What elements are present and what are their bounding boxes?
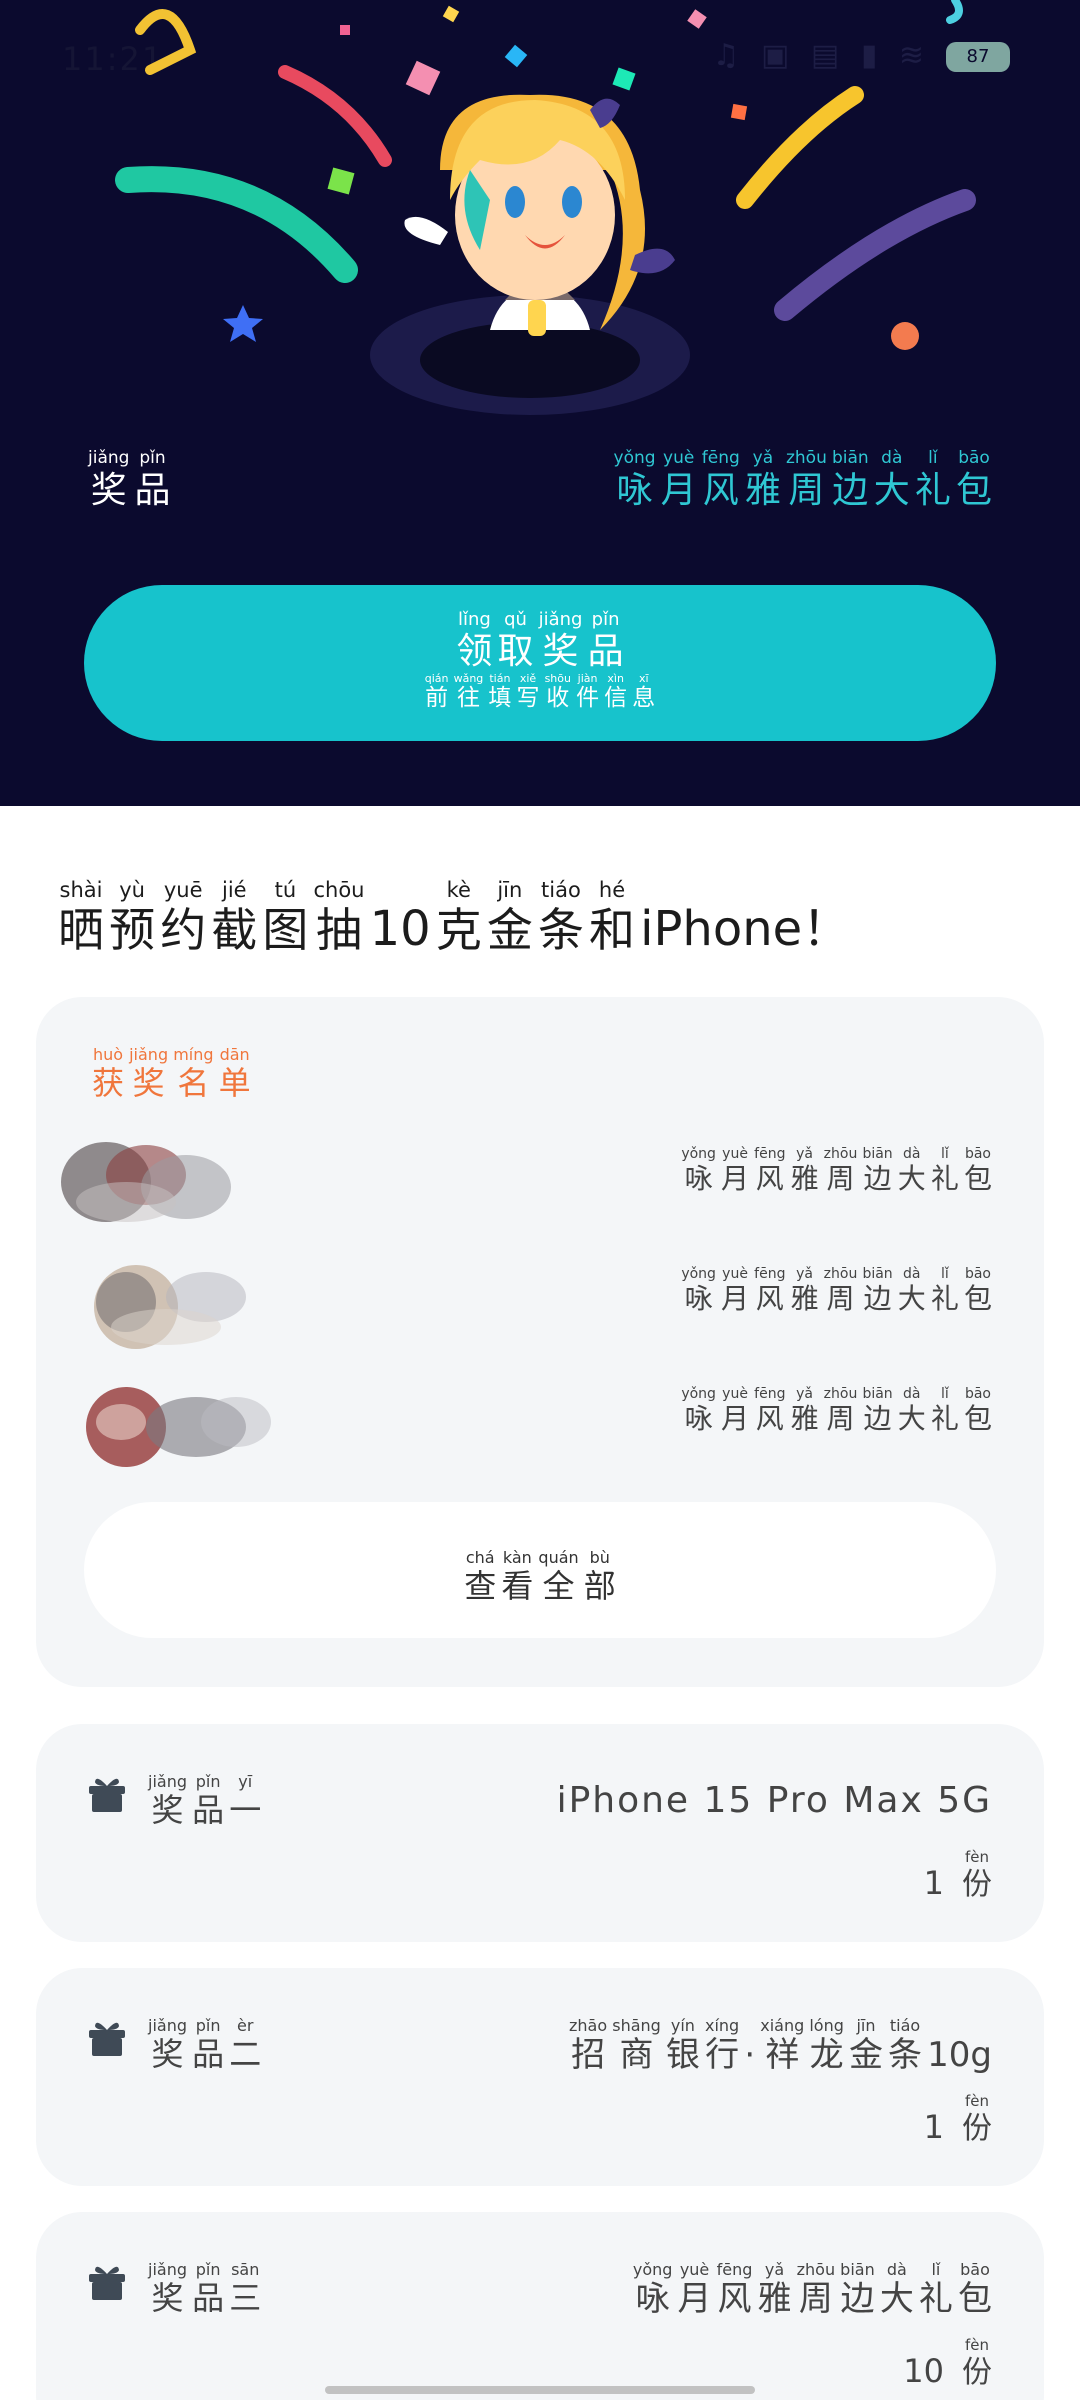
winner-name-redacted <box>61 1142 231 1222</box>
prize-quantity: 10 fèn 份 <box>903 2336 992 2390</box>
gift-icon <box>89 1778 125 1812</box>
prize-value: yǒng 咏 yuè 月 fēng 风 yǎ 雅 zhōu 周 biān 边 dà 大 lǐ 礼… <box>613 448 992 511</box>
prize-quantity: 1 fèn 份 <box>923 1848 992 1902</box>
winner-row: yǒng 咏 yuè 月 fēng 风 yǎ 雅 zhōu 周 biān 边 dà 大 lǐ 礼… <box>36 1367 1044 1487</box>
winner-prize: yǒng 咏 yuè 月 fēng 风 yǎ 雅 zhōu 周 biān 边 dà 大 lǐ 礼… <box>681 1266 992 1315</box>
prize-tier-label: jiǎng 奖 pǐn 品 èr 二 <box>148 2016 262 2073</box>
winner-prize: yǒng 咏 yuè 月 fēng 风 yǎ 雅 zhōu 周 biān 边 dà 大 lǐ 礼… <box>681 1146 992 1195</box>
winner-row: yǒng 咏 yuè 月 fēng 风 yǎ 雅 zhōu 周 biān 边 dà 大 lǐ 礼… <box>36 1127 1044 1247</box>
gift-icon <box>89 2022 125 2056</box>
view-all-button[interactable]: chá 查 kàn 看 quán 全 bù 部 <box>84 1502 996 1638</box>
prize-quantity: 1 fèn 份 <box>923 2092 992 2146</box>
prize-tier-label: jiǎng 奖 pǐn 品 sān 三 <box>148 2260 262 2317</box>
winner-name-redacted <box>86 1387 271 1467</box>
prize-card: jiǎng 奖 pǐn 品 sān 三 yǒng 咏 yuè 月 fēng 风 yǎ 雅 zh… <box>36 2212 1044 2400</box>
prize-name: zhāo 招 shāng 商 yín 银 xíng 行 · xiáng 祥 lóng 龙 j… <box>569 2016 992 2075</box>
gift-icon <box>89 2266 125 2300</box>
claim-prize-subtitle: qián 前 wǎng 往 tián 填 xiě 写 shōu 收 jiàn 件 xìn 信 … <box>424 672 656 711</box>
winners-card: huò 获 jiǎng 奖 míng 名 dān 单 yǒng 咏 yuè 月 fēng 风 … <box>36 997 1044 1687</box>
winner-name-redacted <box>94 1265 246 1349</box>
prize-card: jiǎng 奖 pǐn 品 èr 二 zhāo 招 shāng 商 yín 银 xíng 行 … <box>36 1968 1044 2186</box>
prize-label: jiǎng 奖 pǐn 品 <box>88 448 171 511</box>
hero-banner: 11:21 ♫ ▣ ▤ ▮ ≋ 87 jiǎng 奖 pǐn 品 yǒng 咏 … <box>0 0 1080 806</box>
campaign-headline: shài 晒 yù 预 yuē 约 jié 截 tú 图 chōu 抽 10 kè 克 jīn… <box>58 878 851 957</box>
prize-name: yǒng 咏 yuè 月 fēng 风 yǎ 雅 zhōu 周 biān 边 dà 大 lǐ 礼… <box>632 2260 992 2319</box>
home-indicator[interactable] <box>325 2386 755 2394</box>
claim-prize-label: lǐng 领 qǔ 取 jiǎng 奖 pǐn 品 <box>456 609 624 672</box>
claim-prize-button[interactable]: lǐng 领 qǔ 取 jiǎng 奖 pǐn 品 qián 前 wǎng 往 tián 填 … <box>84 585 996 741</box>
prize-tier-label: jiǎng 奖 pǐn 品 yī 一 <box>148 1772 262 1829</box>
winner-row: yǒng 咏 yuè 月 fēng 风 yǎ 雅 zhōu 周 biān 边 dà 大 lǐ 礼… <box>36 1247 1044 1367</box>
prize-name: iPhone 15 Pro Max 5G <box>556 1780 992 1821</box>
winners-list-title: huò 获 jiǎng 奖 míng 名 dān 单 <box>92 1045 251 1102</box>
prize-card: jiǎng 奖 pǐn 品 yī 一 iPhone 15 Pro Max 5G 1 fè… <box>36 1724 1044 1942</box>
winner-prize: yǒng 咏 yuè 月 fēng 风 yǎ 雅 zhōu 周 biān 边 dà 大 lǐ 礼… <box>681 1386 992 1435</box>
celebration-mascot-illustration <box>115 0 976 415</box>
